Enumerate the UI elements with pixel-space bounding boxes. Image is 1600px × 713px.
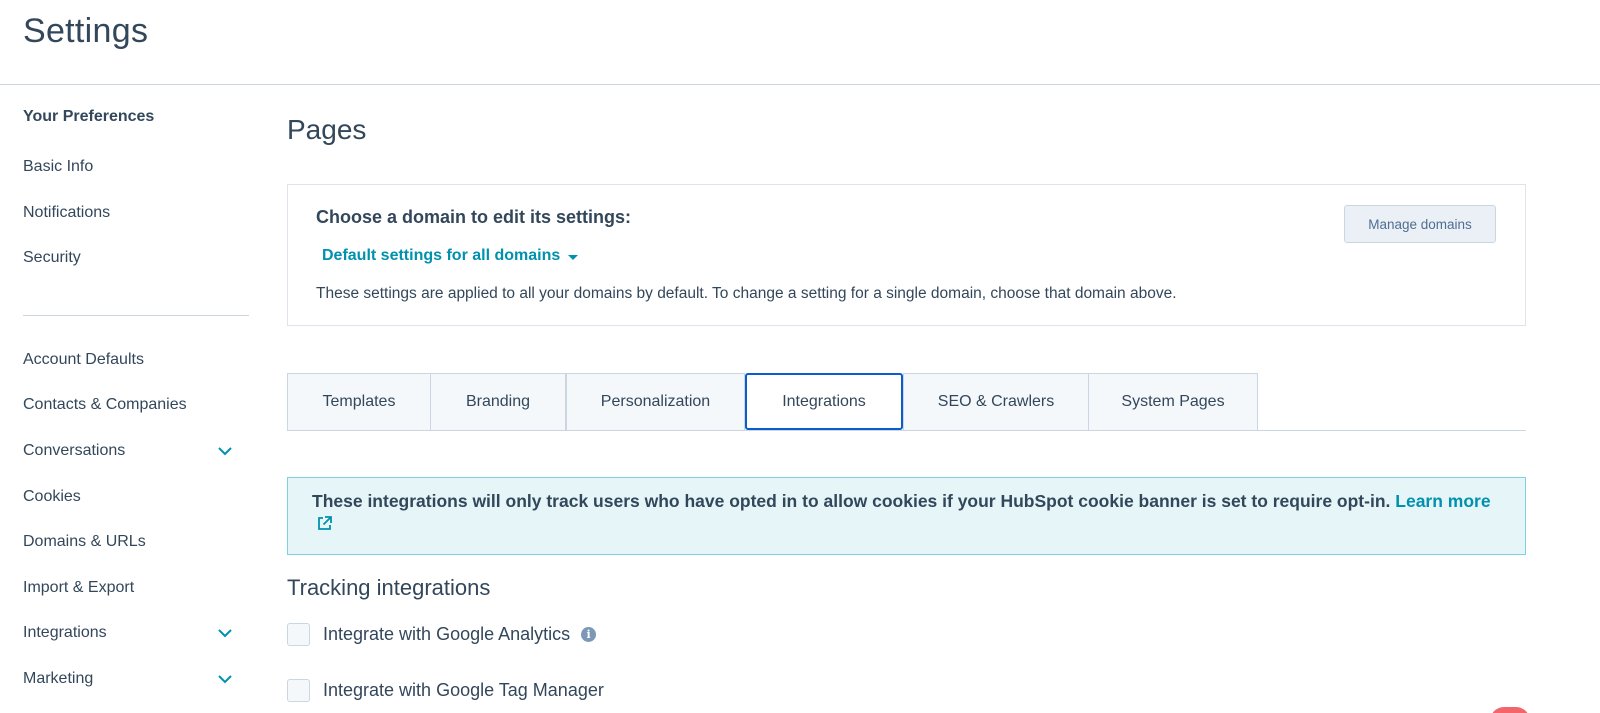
sidebar-item-cookies[interactable]: Cookies [23,488,81,506]
page-header-title: Settings [23,12,149,50]
sidebar-item-domains-urls[interactable]: Domains & URLs [23,533,146,551]
domain-chooser-label: Choose a domain to edit its settings: [316,207,632,227]
sidebar-item-basic-info[interactable]: Basic Info [23,158,93,176]
tab-personalization[interactable]: Personalization [566,373,745,430]
sidebar-item-account-defaults[interactable]: Account Defaults [23,351,144,369]
google-analytics-checkbox[interactable] [287,623,310,646]
chevron-down-icon[interactable] [218,626,232,640]
info-icon[interactable]: i [581,627,597,642]
tab-branding[interactable]: Branding [430,373,566,430]
sidebar-item-contacts-companies[interactable]: Contacts & Companies [23,396,187,414]
learn-more-link-text: Learn more [1395,491,1491,511]
tab-system-pages[interactable]: System Pages [1088,373,1258,430]
domain-dropdown[interactable]: Default settings for all domains [322,247,579,265]
alert-message-wrapper: These integrations will only track users… [312,490,1492,536]
google-tag-manager-label[interactable]: Integrate with Google Tag Manager [323,680,604,701]
sidebar-section-your-preferences: Your Preferences [23,108,155,125]
caret-down-icon [568,254,579,260]
tab-templates[interactable]: Templates [287,373,431,430]
domain-settings-description: These settings are applied to all your d… [316,285,1177,302]
google-analytics-option: Integrate with Google Analytics i [287,623,597,646]
chevron-down-icon[interactable] [218,672,232,686]
alert-message: These integrations will only track users… [312,491,1391,511]
sidebar-divider [23,315,249,316]
domain-dropdown-value: Default settings for all domains [322,247,561,264]
google-analytics-label[interactable]: Integrate with Google Analytics [323,624,570,645]
sidebar-item-conversations[interactable]: Conversations [23,442,125,460]
settings-tabs: Templates Branding Personalization Integ… [287,373,1526,431]
page-title: Pages [287,114,367,145]
sidebar-item-import-export[interactable]: Import & Export [23,579,134,597]
google-tag-manager-checkbox[interactable] [287,679,310,702]
sidebar-item-notifications[interactable]: Notifications [23,204,110,222]
tab-integrations[interactable]: Integrations [745,373,903,430]
main-content: Pages Choose a domain to edit its settin… [287,85,1527,713]
chevron-down-icon[interactable] [218,444,232,458]
cookie-consent-alert: These integrations will only track users… [287,477,1526,555]
sidebar-item-integrations[interactable]: Integrations [23,624,107,642]
top-header: Settings [0,0,1600,85]
tab-seo-crawlers[interactable]: SEO & Crawlers [903,373,1089,430]
external-link-icon [318,516,332,530]
domain-settings-card: Choose a domain to edit its settings: De… [287,184,1526,326]
tracking-integrations-title: Tracking integrations [287,575,491,600]
sidebar-item-marketing[interactable]: Marketing [23,670,93,688]
sidebar-item-security[interactable]: Security [23,249,81,267]
google-tag-manager-option: Integrate with Google Tag Manager [287,679,604,702]
settings-sidebar: Your Preferences Basic Info Notification… [0,85,270,713]
manage-domains-button[interactable]: Manage domains [1344,205,1496,243]
